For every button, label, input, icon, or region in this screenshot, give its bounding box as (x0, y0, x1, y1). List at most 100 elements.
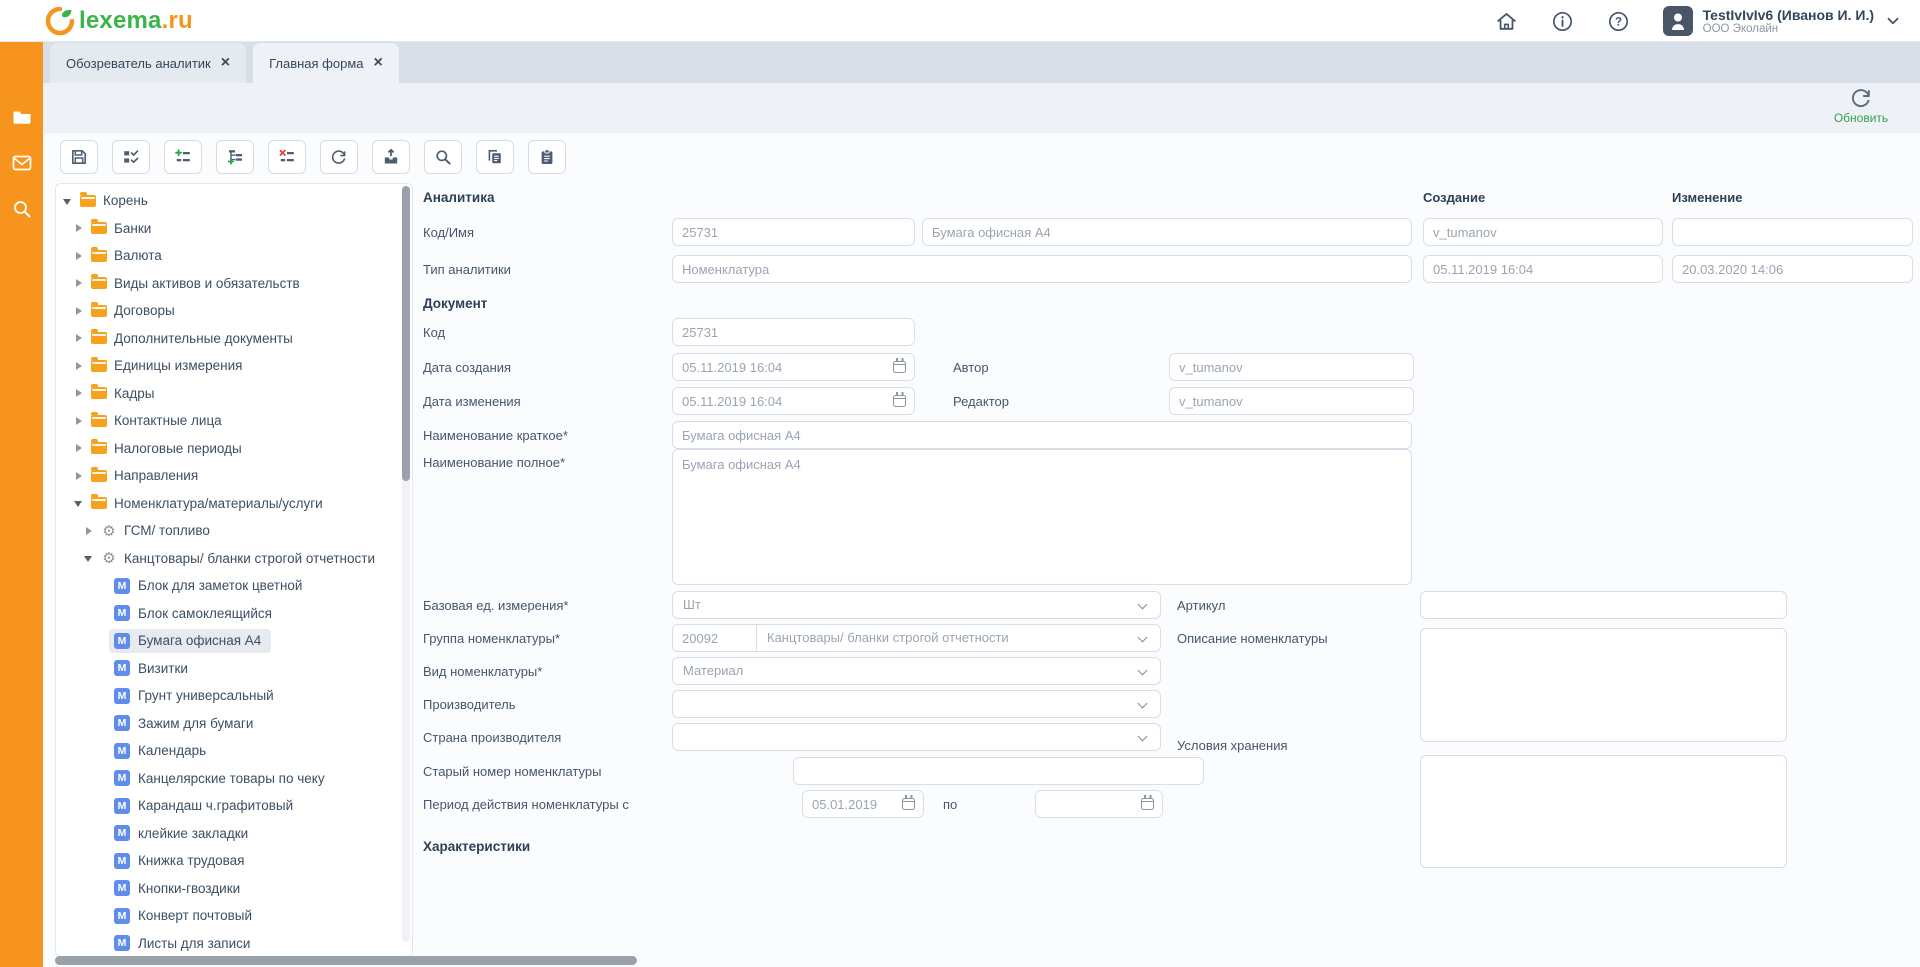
kind-select[interactable]: Материал (672, 657, 1161, 685)
tab-main-form[interactable]: Главная форма × (253, 43, 399, 83)
base-unit-select[interactable]: Шт (672, 591, 1161, 619)
home-icon (1495, 10, 1518, 33)
app-root: lexema.ru ? (0, 0, 1920, 967)
country-select[interactable] (672, 723, 1161, 751)
form-panel: Аналитика Создание Изменение Код/Имя Тип… (43, 133, 1920, 967)
manufacturer-select[interactable] (672, 690, 1161, 718)
period-label: Период действия номенклатуры с (423, 797, 629, 812)
editor-label: Редактор (953, 394, 1009, 409)
modified-by-input[interactable] (1672, 218, 1913, 246)
calendar-icon[interactable] (893, 395, 906, 407)
period-to-field[interactable] (1035, 790, 1163, 818)
section-title-analytics: Аналитика (423, 190, 494, 205)
rail-search-button[interactable] (0, 186, 43, 232)
app-logo[interactable]: lexema.ru (45, 6, 193, 36)
storage-textarea[interactable] (1420, 755, 1787, 868)
column-header-created: Создание (1423, 190, 1485, 205)
short-name-label: Наименование краткое* (423, 428, 568, 443)
created-by-input[interactable] (1423, 218, 1663, 246)
user-name: TestIvIvIv6 (Иванов И. И.) (1703, 7, 1874, 23)
chevron-down-icon (1884, 12, 1902, 30)
article-input[interactable] (1420, 591, 1787, 619)
home-button[interactable] (1495, 9, 1519, 33)
tab-bar: Обозреватель аналитик × Главная форма × (43, 42, 1920, 83)
author-input[interactable] (1169, 353, 1414, 381)
header-actions: ? TestIvIvIv6 (Иванов И. И.) ООО Эколайн (1495, 0, 1902, 42)
doc-code-label: Код (423, 325, 445, 340)
country-label: Страна производителя (423, 730, 561, 745)
description-label: Описание номенклатуры (1177, 631, 1328, 646)
created-at-input[interactable] (1423, 255, 1663, 283)
rail-mail-button[interactable] (0, 140, 43, 186)
svg-text:?: ? (1615, 16, 1622, 28)
refresh-button[interactable]: Обновить (1822, 86, 1900, 125)
date-modified-field[interactable] (672, 387, 915, 415)
help-button[interactable]: ? (1607, 9, 1631, 33)
full-name-label: Наименование полное* (423, 455, 565, 470)
logo-icon (45, 6, 75, 36)
analytics-code-input[interactable] (672, 218, 915, 246)
top-header: lexema.ru ? (0, 0, 1920, 42)
main-card: Корень Банки Валюта Виды активов и обяза… (43, 133, 1920, 967)
mail-icon (11, 152, 33, 174)
short-name-input[interactable] (672, 421, 1412, 449)
period-from-input[interactable] (803, 797, 902, 812)
avatar (1663, 6, 1693, 36)
section-title-characteristics: Характеристики (423, 839, 530, 854)
chevron-down-icon (1138, 633, 1148, 643)
refresh-label: Обновить (1834, 111, 1888, 125)
group-code: 20092 (673, 625, 757, 651)
description-textarea[interactable] (1420, 628, 1787, 742)
logo-text: lexema.ru (79, 7, 193, 35)
select-value: Материал (673, 658, 743, 684)
tab-close-icon[interactable]: × (374, 55, 383, 71)
group-label: Группа номенклатуры* (423, 631, 560, 646)
analytics-name-input[interactable] (922, 218, 1412, 246)
old-number-input[interactable] (793, 757, 1204, 785)
info-button[interactable] (1551, 9, 1575, 33)
horizontal-scrollbar[interactable] (55, 956, 637, 965)
tab-close-icon[interactable]: × (221, 55, 230, 71)
calendar-icon[interactable] (1141, 798, 1154, 810)
content-strip: Обновить (43, 83, 1920, 133)
select-value: Канцтовары/ бланки строгой отчетности (757, 625, 1009, 651)
rail-folder-button[interactable] (0, 94, 43, 140)
manufacturer-label: Производитель (423, 697, 516, 712)
chevron-down-icon (1138, 600, 1148, 610)
period-to-label: по (943, 797, 957, 812)
group-select[interactable]: 20092 Канцтовары/ бланки строгой отчетно… (672, 624, 1161, 652)
analytics-type-input[interactable] (672, 255, 1412, 283)
period-to-input[interactable] (1036, 797, 1141, 812)
chevron-down-icon (1138, 732, 1148, 742)
select-value: Шт (673, 592, 701, 618)
left-rail (0, 42, 43, 967)
date-modified-input[interactable] (673, 394, 893, 409)
user-menu[interactable]: TestIvIvIv6 (Иванов И. И.) ООО Эколайн (1663, 6, 1902, 36)
author-label: Автор (953, 360, 989, 375)
chevron-down-icon (1138, 666, 1148, 676)
date-created-label: Дата создания (423, 360, 511, 375)
tab-label: Обозреватель аналитик (66, 56, 211, 71)
modified-at-input[interactable] (1672, 255, 1913, 283)
column-header-modified: Изменение (1672, 190, 1742, 205)
date-created-input[interactable] (673, 360, 893, 375)
user-org: ООО Эколайн (1703, 23, 1874, 36)
calendar-icon[interactable] (902, 798, 915, 810)
chevron-down-icon (1138, 699, 1148, 709)
analytics-type-label: Тип аналитики (423, 262, 511, 277)
old-number-label: Старый номер номенклатуры (423, 764, 601, 779)
date-created-field[interactable] (672, 353, 915, 381)
tab-analytics-explorer[interactable]: Обозреватель аналитик × (50, 43, 246, 83)
folder-icon (11, 106, 33, 128)
calendar-icon[interactable] (893, 361, 906, 373)
article-label: Артикул (1177, 598, 1225, 613)
date-modified-label: Дата изменения (423, 394, 521, 409)
period-from-field[interactable] (802, 790, 924, 818)
refresh-icon (1849, 86, 1873, 110)
doc-code-input[interactable] (672, 318, 915, 346)
user-text: TestIvIvIv6 (Иванов И. И.) ООО Эколайн (1703, 7, 1874, 36)
full-name-textarea[interactable]: Бумага офисная А4 (672, 449, 1412, 585)
search-icon (11, 198, 33, 220)
editor-input[interactable] (1169, 387, 1414, 415)
kind-label: Вид номенклатуры* (423, 664, 542, 679)
